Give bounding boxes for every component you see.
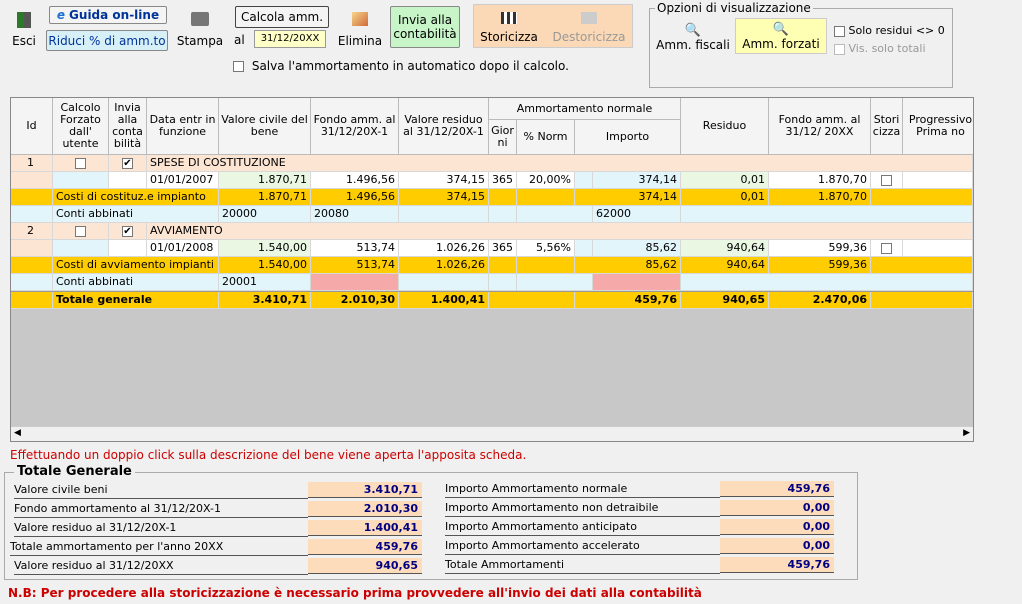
destoricizza-button[interactable]: Destoricizza	[548, 6, 630, 46]
col-stori: Stori cizza	[871, 98, 903, 155]
category-row-1: Costi di costituz.e impianto 1.870,71 1.…	[11, 189, 973, 206]
summary-label: Importo Ammortamento normale	[445, 481, 720, 498]
summary-value: 459,76	[720, 557, 834, 573]
solo-residui-option[interactable]: Solo residui <> 0	[834, 24, 945, 37]
summary-label: Totale ammortamento per l'anno 20XX	[10, 539, 308, 556]
col-invia: Invia alla conta bilità	[109, 98, 147, 155]
clapper-disabled-icon	[581, 12, 597, 24]
guida-online-button[interactable]: e Guida on-line	[49, 6, 167, 24]
stori-checkbox[interactable]	[881, 174, 892, 186]
summary-value: 940,65	[308, 558, 422, 574]
summary-value: 0,00	[720, 519, 834, 535]
date-input[interactable]: 31/12/20XX	[254, 30, 326, 48]
magnifier-icon: 🔍	[684, 23, 702, 38]
col-residuo-val: Valore residuo al 31/12/20X-1	[399, 98, 489, 155]
invia-button[interactable]: Invia alla contabilità	[390, 6, 460, 48]
col-calcolo: Calcolo Forzato dall' utente	[53, 98, 109, 155]
storicizza-button[interactable]: Storicizza	[475, 6, 543, 46]
stampa-button[interactable]: Stampa	[174, 4, 226, 50]
esci-button[interactable]: Esci	[6, 4, 42, 50]
clapper-icon	[501, 12, 517, 24]
col-valore: Valore civile del bene	[219, 98, 311, 155]
summary-label: Importo Ammortamento accelerato	[445, 538, 720, 555]
salva-auto-checkbox[interactable]	[233, 61, 244, 72]
asset-description[interactable]: AVVIAMENTO	[147, 223, 973, 240]
summary-label: Valore residuo al 31/12/20X-1	[14, 520, 308, 537]
summary-label: Valore civile beni	[14, 482, 308, 499]
asset-row-2[interactable]: 2 ✔ AVVIAMENTO	[11, 223, 973, 240]
col-perc: % Norm	[517, 120, 575, 155]
col-importo: Importo	[575, 120, 681, 155]
amm-fiscali-button[interactable]: 🔍 Amm. fiscali	[653, 18, 733, 54]
summary-value: 459,76	[720, 481, 834, 497]
conti-row-2: Conti abbinati 20001	[11, 274, 973, 291]
summary-value: 3.410,71	[308, 482, 422, 498]
invia-checkbox[interactable]: ✔	[122, 225, 133, 237]
vis-totali-option[interactable]: Vis. solo totali	[834, 42, 926, 55]
horizontal-scrollbar[interactable]: ◀ ▶	[11, 426, 973, 441]
conti-row-1: Conti abbinati 20000 20080 62000	[11, 206, 973, 223]
salva-auto-option[interactable]: Salva l'ammortamento in automatico dopo …	[233, 59, 569, 73]
asset-detail-row-2: 01/01/2008 1.540,00 513,74 1.026,26 365 …	[11, 240, 973, 257]
magnifier-icon: 🔍	[772, 22, 790, 37]
total-row: Totale generale 3.410,71 2.010,30 1.400,…	[11, 291, 973, 309]
summary-value: 0,00	[720, 500, 834, 516]
solo-residui-checkbox[interactable]	[834, 25, 845, 37]
eraser-icon	[352, 12, 368, 26]
scroll-left-icon[interactable]: ◀	[14, 428, 21, 438]
al-label: al	[234, 33, 245, 47]
calcolo-checkbox[interactable]	[75, 157, 86, 169]
summary-title: Totale Generale	[14, 464, 135, 479]
exit-icon	[17, 12, 31, 28]
invia-checkbox[interactable]: ✔	[122, 157, 133, 169]
category-row-2: Costi di avviamento impianti 1.540,00 51…	[11, 257, 973, 274]
summary-value: 1.400,41	[308, 520, 422, 536]
assets-grid: Id Calcolo Forzato dall' utente Invia al…	[10, 97, 974, 442]
col-progressivo: Progressivo Prima no	[903, 98, 973, 155]
col-data: Data entr in funzione	[147, 98, 219, 155]
asset-row-1[interactable]: 1 ✔ SPESE DI COSTITUZIONE	[11, 155, 973, 172]
summary-label: Valore residuo al 31/12/20XX	[14, 558, 308, 575]
amm-forzati-button[interactable]: 🔍 Amm. forzati	[735, 18, 827, 54]
col-fondo: Fondo amm. al 31/12/20X-1	[311, 98, 399, 155]
summary-label: Importo Ammortamento non detraibile	[445, 500, 720, 517]
riduci-button[interactable]: Riduci % di amm.to	[46, 30, 168, 51]
asset-description[interactable]: SPESE DI COSTITUZIONE	[147, 155, 973, 172]
col-giorni: Gior ni	[489, 120, 517, 155]
summary-value: 459,76	[308, 539, 422, 555]
vis-totali-checkbox[interactable]	[834, 43, 845, 55]
ie-icon: e	[56, 8, 66, 22]
summary-label: Importo Ammortamento anticipato	[445, 519, 720, 536]
calcolo-checkbox[interactable]	[75, 225, 86, 237]
group-amm-normale: Ammortamento normale	[489, 98, 681, 120]
summary-label: Fondo ammortamento al 31/12/20X-1	[14, 501, 308, 518]
col-residuo: Residuo	[681, 98, 769, 155]
asset-detail-row-1: 01/01/2007 1.870,71 1.496,56 374,15 365 …	[11, 172, 973, 189]
calcola-button[interactable]: Calcola amm.	[235, 6, 329, 28]
options-title: Opzioni di visualizzazione	[655, 1, 813, 15]
summary-value: 0,00	[720, 538, 834, 554]
summary-value: 2.010,30	[308, 501, 422, 517]
scroll-right-icon[interactable]: ▶	[963, 428, 970, 438]
summary-label: Totale Ammortamenti	[445, 557, 720, 574]
stori-checkbox[interactable]	[881, 242, 892, 254]
hint-text: Effettuando un doppio click sulla descri…	[10, 448, 527, 462]
col-id: Id	[11, 98, 53, 155]
col-fondo2: Fondo amm. al 31/12/ 20XX	[769, 98, 871, 155]
printer-icon	[191, 12, 209, 26]
elimina-button[interactable]: Elimina	[335, 4, 385, 50]
note-text: N.B: Per procedere alla storicizzazione …	[8, 586, 702, 600]
